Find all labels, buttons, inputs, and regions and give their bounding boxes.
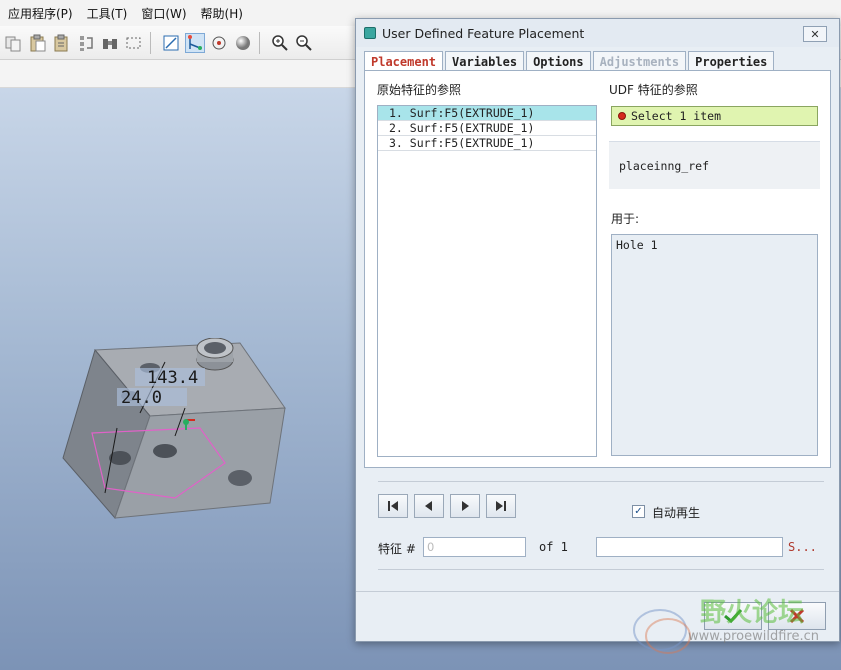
auto-regenerate-label: 自动再生 xyxy=(652,506,701,520)
reference-name: placeinng_ref xyxy=(609,141,820,189)
menu-applications[interactable]: 应用程序(P) xyxy=(8,5,73,22)
zoom-in-icon[interactable] xyxy=(270,33,290,53)
list-item[interactable]: 2. Surf:F5(EXTRUDE_1) xyxy=(378,121,596,136)
previous-icon xyxy=(425,501,432,511)
last-button[interactable] xyxy=(486,494,516,518)
paste-special-icon[interactable] xyxy=(52,33,72,53)
udf-placement-dialog: User Defined Feature Placement ✕ Placeme… xyxy=(355,18,840,642)
list-item[interactable]: 1. Surf:F5(EXTRUDE_1) xyxy=(378,106,596,121)
select-prompt: Select 1 item xyxy=(631,109,722,123)
feature-number-label: 特征 # xyxy=(378,542,416,556)
view-display-icon[interactable] xyxy=(161,33,181,53)
binoculars-icon[interactable] xyxy=(100,33,120,53)
orig-refs-label: 原始特征的参照 xyxy=(377,83,462,97)
list-item[interactable]: 3. Surf:F5(EXTRUDE_1) xyxy=(378,136,596,151)
status-dot-icon xyxy=(618,112,626,120)
dialog-app-icon xyxy=(364,27,376,39)
tab-variables[interactable]: Variables xyxy=(445,51,525,71)
first-button[interactable] xyxy=(378,494,408,518)
watermark-text: 野火论坛 xyxy=(700,598,805,628)
divider xyxy=(378,481,824,482)
menu-tools[interactable]: 工具(T) xyxy=(87,5,128,22)
spin-center-icon[interactable] xyxy=(209,33,229,53)
tab-options[interactable]: Options xyxy=(526,51,591,71)
toolbar-separator xyxy=(150,31,151,54)
tab-properties[interactable]: Properties xyxy=(688,51,775,71)
menu-help[interactable]: 帮助(H) xyxy=(201,5,243,22)
tab-placement[interactable]: Placement xyxy=(364,51,444,72)
search-input[interactable] xyxy=(596,537,783,557)
copy-icon[interactable] xyxy=(4,33,24,53)
search-button[interactable]: S... xyxy=(788,540,817,554)
dialog-title: User Defined Feature Placement xyxy=(382,25,585,41)
next-button[interactable] xyxy=(450,494,480,518)
dimension-label[interactable]: 24.0 xyxy=(121,388,162,408)
feature-number-input[interactable]: 0 xyxy=(423,537,526,557)
selection-box-icon[interactable] xyxy=(124,33,144,53)
used-for-list[interactable]: Hole 1 xyxy=(611,234,818,456)
paste-icon[interactable] xyxy=(28,33,48,53)
part-model[interactable]: 143.4 24.0 xyxy=(55,338,295,528)
select-item-collector[interactable]: Select 1 item xyxy=(611,106,818,126)
shading-icon[interactable] xyxy=(233,33,253,53)
placement-panel: 原始特征的参照 1. Surf:F5(EXTRUDE_1) 2. Surf:F5… xyxy=(364,70,831,468)
dialog-titlebar[interactable]: User Defined Feature Placement ✕ xyxy=(356,19,839,47)
watermark-url: www.proewildfire.cn xyxy=(688,629,819,644)
auto-regenerate-checkbox[interactable]: ✓ xyxy=(632,505,645,518)
divider xyxy=(378,569,824,570)
datum-points-icon[interactable] xyxy=(185,32,205,53)
regenerate-icon[interactable] xyxy=(76,33,96,53)
orig-refs-list[interactable]: 1. Surf:F5(EXTRUDE_1) 2. Surf:F5(EXTRUDE… xyxy=(377,105,597,457)
of-total-label: of 1 xyxy=(539,540,568,554)
next-icon xyxy=(462,501,469,511)
close-button[interactable]: ✕ xyxy=(803,26,827,42)
udf-refs-label: UDF 特征的参照 xyxy=(609,83,698,97)
zoom-out-icon[interactable] xyxy=(294,33,314,53)
last-icon xyxy=(496,501,506,511)
tab-adjustments: Adjustments xyxy=(592,51,687,71)
tab-bar: Placement Variables Options Adjustments … xyxy=(364,51,776,72)
menu-window[interactable]: 窗口(W) xyxy=(141,5,186,22)
dimension-label[interactable]: 143.4 xyxy=(147,368,198,388)
first-icon xyxy=(388,501,398,511)
used-for-label: 用于: xyxy=(611,212,640,226)
previous-button[interactable] xyxy=(414,494,444,518)
toolbar-separator xyxy=(259,31,260,54)
